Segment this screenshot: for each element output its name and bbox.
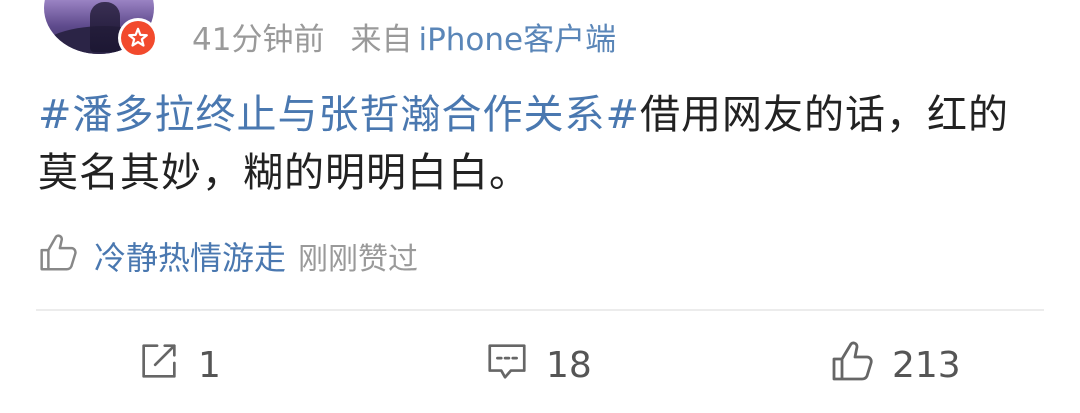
comment-icon <box>484 338 530 393</box>
like-button[interactable]: 213 <box>828 330 961 400</box>
comment-count: 18 <box>546 344 592 386</box>
weibo-post-card: 41分钟前 来自 iPhone客户端 #潘多拉终止与张哲瀚合作关系#借用网友的话… <box>0 0 1080 413</box>
comment-button[interactable]: 18 <box>484 330 592 400</box>
repost-count: 1 <box>198 344 221 386</box>
source-prefix: 来自 <box>350 21 413 58</box>
repost-button[interactable]: 1 <box>136 330 221 400</box>
action-bar: 1 18 213 <box>0 330 1080 400</box>
source-client[interactable]: iPhone客户端 <box>418 14 616 59</box>
repost-icon <box>136 338 182 393</box>
post-time: 41分钟前 <box>192 21 325 58</box>
divider <box>36 309 1044 311</box>
thumbs-up-icon <box>34 229 80 283</box>
liker-name[interactable]: 冷静热情游走 <box>94 233 286 279</box>
like-count: 213 <box>892 344 961 386</box>
like-status: 刚刚赞过 <box>298 242 419 277</box>
like-activity: 冷静热情游走 刚刚赞过 <box>34 232 418 280</box>
verified-badge-icon <box>118 18 158 58</box>
topic-link[interactable]: #潘多拉终止与张哲瀚合作关系# <box>38 92 640 138</box>
avatar-figure <box>90 2 120 52</box>
post-content: #潘多拉终止与张哲瀚合作关系#借用网友的话，红的莫名其妙，糊的明明白白。 <box>38 86 1048 202</box>
post-meta: 41分钟前 来自 iPhone客户端 <box>192 14 616 58</box>
thumbs-up-icon <box>828 337 876 394</box>
